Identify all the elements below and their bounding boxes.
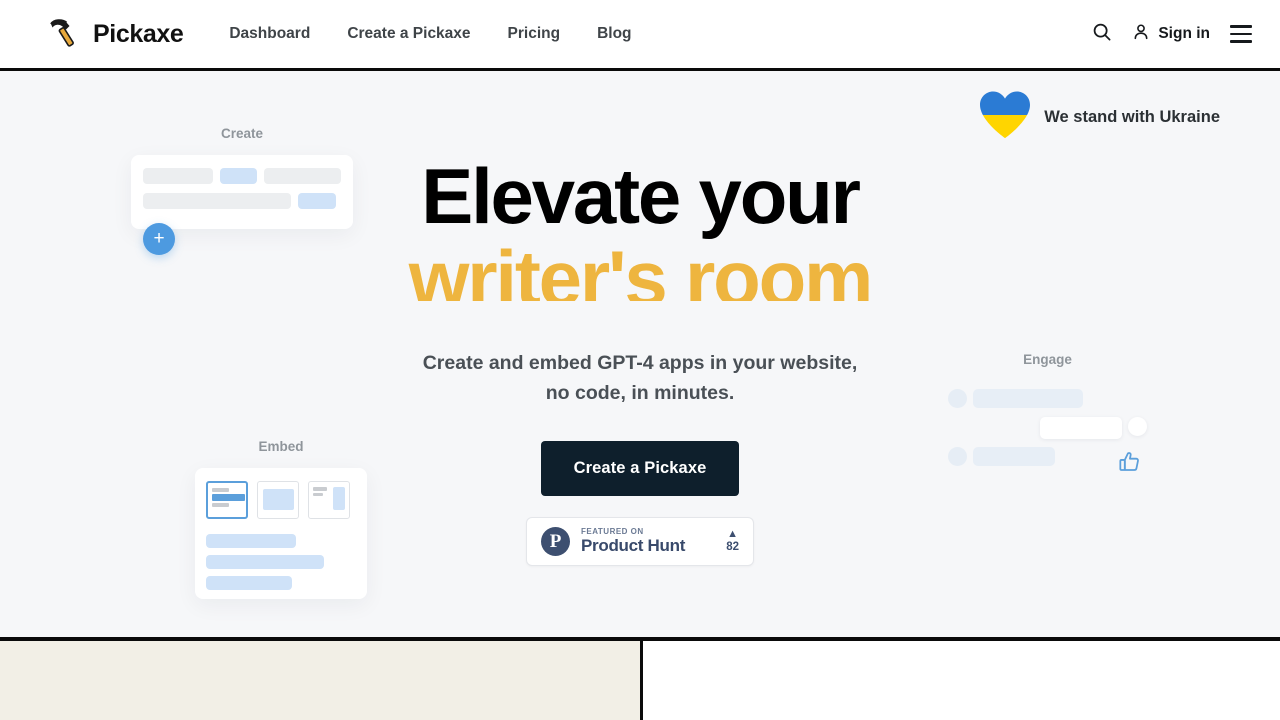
chat-bubble (1040, 417, 1122, 439)
sign-in-label: Sign in (1158, 25, 1210, 42)
ukraine-flag-heart-icon (978, 90, 1032, 145)
embed-mock-label: Embed (258, 439, 304, 454)
create-a-pickaxe-button[interactable]: Create a Pickaxe (540, 441, 740, 496)
like-button[interactable] (1117, 449, 1142, 479)
create-mock-group: Create + (131, 126, 353, 255)
skeleton-bar-accent (219, 168, 258, 184)
main-nav-links: Dashboard Create a Pickaxe Pricing Blog (229, 25, 631, 43)
person-icon (1131, 22, 1151, 47)
chat-bubble (973, 447, 1055, 466)
embed-mock-card (195, 468, 367, 599)
upvote-count: 82 (726, 541, 739, 554)
ukraine-banner-label: We stand with Ukraine (1044, 108, 1220, 126)
create-mock-card: + (131, 155, 353, 255)
bottom-left-panel (0, 641, 640, 720)
skeleton-bar (264, 168, 341, 184)
engage-mock-group: Engage (940, 352, 1155, 476)
product-hunt-logo-icon: P (541, 527, 570, 556)
product-hunt-badge[interactable]: P FEATURED ON Product Hunt ▲ 82 (526, 517, 754, 566)
nav-link-create-a-pickaxe[interactable]: Create a Pickaxe (347, 25, 470, 43)
thumbs-up-icon (1117, 452, 1142, 478)
hamburger-menu-icon[interactable] (1228, 23, 1254, 44)
skeleton-bar (143, 193, 291, 209)
skeleton-bar-accent (206, 534, 296, 548)
brand-logo[interactable]: Pickaxe (44, 14, 184, 54)
layout-option-1[interactable] (206, 481, 248, 519)
chat-message-outgoing (948, 417, 1147, 439)
search-icon (1091, 21, 1113, 48)
skeleton-bar-accent (206, 555, 324, 569)
avatar (948, 389, 967, 408)
skeleton-bar-accent (298, 193, 336, 209)
brand-name: Pickaxe (93, 19, 184, 48)
bottom-right-panel (643, 641, 1280, 720)
chat-message-incoming (948, 389, 1147, 408)
avatar (948, 447, 967, 466)
product-hunt-name: Product Hunt (581, 535, 686, 555)
create-skeleton-row (143, 168, 341, 184)
hamburger-line (1230, 40, 1252, 43)
hero-section: We stand with Ukraine website writer's r… (0, 71, 1280, 637)
add-new-fab-button[interactable]: + (143, 223, 175, 255)
below-fold-section (0, 637, 1280, 720)
create-mock-label: Create (220, 126, 264, 141)
upvote-arrow-icon: ▲ (727, 528, 739, 541)
ukraine-support-banner: We stand with Ukraine (978, 90, 1220, 145)
embed-layout-options (206, 481, 356, 519)
nav-link-blog[interactable]: Blog (597, 25, 631, 43)
product-hunt-text: FEATURED ON Product Hunt (581, 527, 686, 555)
top-navigation-bar: Pickaxe Dashboard Create a Pickaxe Prici… (0, 0, 1280, 71)
pickaxe-logo-icon (44, 14, 84, 54)
rotating-word-writers-room: writer's room (408, 234, 874, 301)
embed-skeleton-bars (206, 534, 356, 590)
nav-link-dashboard[interactable]: Dashboard (229, 25, 310, 43)
layout-option-2[interactable] (257, 481, 299, 519)
engage-mock-card (940, 380, 1155, 476)
skeleton-bar-accent (206, 576, 292, 590)
create-skeleton-row (143, 193, 341, 209)
skeleton-bar (143, 168, 213, 184)
product-hunt-upvotes[interactable]: ▲ 82 (726, 529, 739, 554)
layout-option-3[interactable] (308, 481, 350, 519)
avatar (1128, 417, 1147, 436)
engage-mock-label: Engage (1023, 352, 1072, 367)
hamburger-line (1230, 32, 1252, 36)
sign-in-button[interactable]: Sign in (1131, 22, 1210, 47)
hamburger-line (1230, 25, 1252, 28)
chat-bubble (973, 389, 1083, 408)
search-button[interactable] (1091, 21, 1113, 48)
product-hunt-wrapper: P FEATURED ON Product Hunt ▲ 82 (0, 517, 1280, 566)
navbar-actions: Sign in (1091, 21, 1254, 48)
nav-link-pricing[interactable]: Pricing (508, 25, 561, 43)
embed-mock-group: Embed (195, 439, 367, 599)
